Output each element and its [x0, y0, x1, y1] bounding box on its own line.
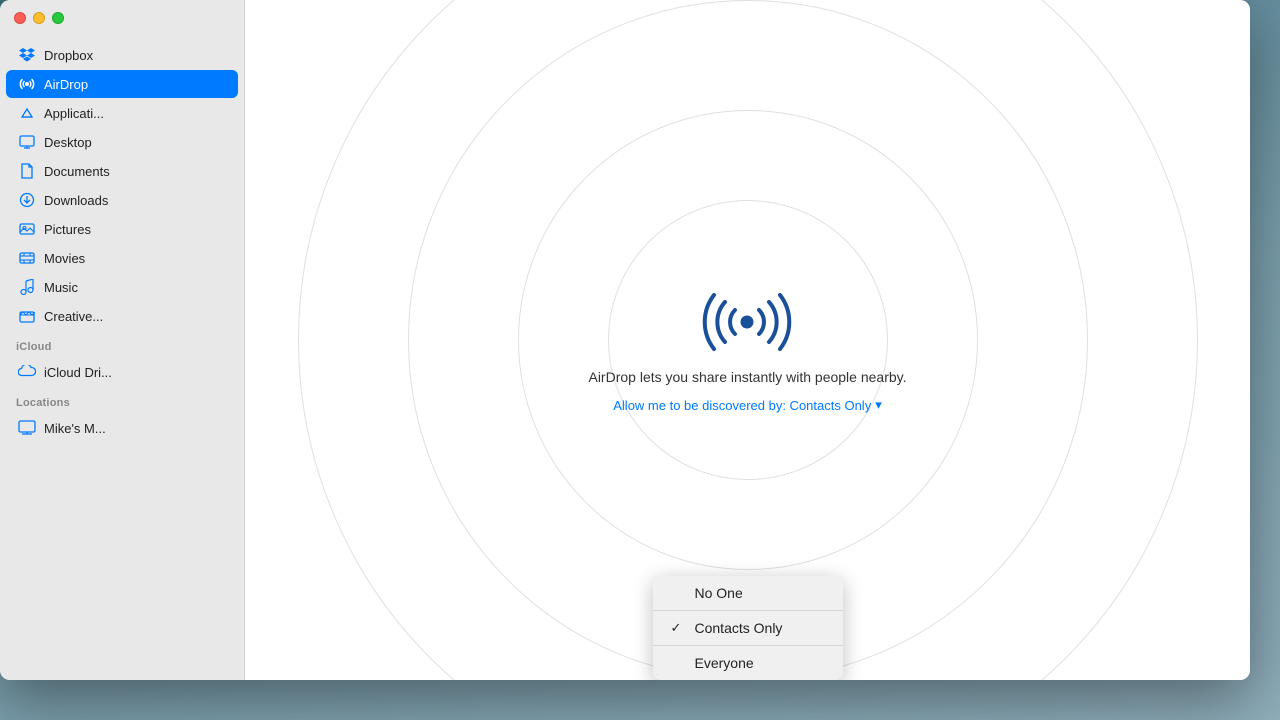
downloads-icon — [18, 191, 36, 209]
chevron-down-icon: ▾ — [875, 397, 882, 413]
pictures-icon — [18, 220, 36, 238]
window-controls — [14, 12, 64, 24]
airdrop-center: AirDrop lets you share instantly with pe… — [588, 267, 906, 413]
sidebar-item-applications[interactable]: Applicati... — [6, 99, 238, 127]
sidebar-item-creative[interactable]: Creative... — [6, 302, 238, 330]
sidebar-item-label-mikes-mac: Mike's M... — [44, 421, 106, 436]
sidebar-item-dropbox[interactable]: Dropbox — [6, 41, 238, 69]
desktop-icon — [18, 133, 36, 151]
sidebar-item-airdrop[interactable]: AirDrop — [6, 70, 238, 98]
airdrop-description: AirDrop lets you share instantly with pe… — [588, 369, 906, 385]
sidebar: Dropbox AirDrop Applicati — [0, 0, 245, 680]
sidebar-item-label-documents: Documents — [44, 164, 110, 179]
discovery-link-text: Allow me to be discovered by: Contacts O… — [613, 398, 871, 413]
dropdown-item-no-one[interactable]: No One — [653, 576, 843, 611]
discovery-dropdown-trigger[interactable]: Allow me to be discovered by: Contacts O… — [613, 397, 881, 413]
main-content: AirDrop lets you share instantly with pe… — [245, 0, 1250, 680]
airdrop-sidebar-icon — [18, 75, 36, 93]
discovery-dropdown-menu: No One ✓ Contacts Only Everyone — [653, 576, 843, 680]
finder-window: Dropbox AirDrop Applicati — [0, 0, 1250, 680]
music-icon — [18, 278, 36, 296]
airdrop-main-icon — [702, 272, 792, 352]
close-button[interactable] — [14, 12, 26, 24]
sidebar-item-label-movies: Movies — [44, 251, 85, 266]
sidebar-item-label-airdrop: AirDrop — [44, 77, 88, 92]
locations-section-label: Locations — [0, 387, 244, 413]
dropdown-item-contacts-only[interactable]: ✓ Contacts Only — [653, 611, 843, 646]
sidebar-item-desktop[interactable]: Desktop — [6, 128, 238, 156]
sidebar-item-movies[interactable]: Movies — [6, 244, 238, 272]
cloud-icon — [18, 363, 36, 381]
sidebar-item-music[interactable]: Music — [6, 273, 238, 301]
checkmark-contacts-only: ✓ — [671, 620, 687, 636]
creative-icon — [18, 307, 36, 325]
sidebar-item-label-dropbox: Dropbox — [44, 48, 93, 63]
maximize-button[interactable] — [52, 12, 64, 24]
dropdown-item-everyone[interactable]: Everyone — [653, 646, 843, 680]
sidebar-item-documents[interactable]: Documents — [6, 157, 238, 185]
documents-icon — [18, 162, 36, 180]
sidebar-item-pictures[interactable]: Pictures — [6, 215, 238, 243]
sidebar-item-label-desktop: Desktop — [44, 135, 92, 150]
sidebar-item-mikes-mac[interactable]: Mike's M... — [6, 414, 238, 442]
dropdown-label-no-one: No One — [695, 585, 743, 601]
sidebar-item-label-downloads: Downloads — [44, 193, 108, 208]
sidebar-item-downloads[interactable]: Downloads — [6, 186, 238, 214]
movies-icon — [18, 249, 36, 267]
sidebar-item-icloud-drive[interactable]: iCloud Dri... — [6, 358, 238, 386]
sidebar-item-label-icloud-drive: iCloud Dri... — [44, 365, 112, 380]
dropdown-label-everyone: Everyone — [695, 655, 754, 671]
minimize-button[interactable] — [33, 12, 45, 24]
dropdown-label-contacts-only: Contacts Only — [695, 620, 783, 636]
applications-icon — [18, 104, 36, 122]
icloud-section-label: iCloud — [0, 331, 244, 357]
sidebar-item-label-applications: Applicati... — [44, 106, 104, 121]
sidebar-item-label-pictures: Pictures — [44, 222, 91, 237]
sidebar-item-label-music: Music — [44, 280, 78, 295]
sidebar-item-label-creative: Creative... — [44, 309, 103, 324]
computer-icon — [18, 419, 36, 437]
dropbox-icon — [18, 46, 36, 64]
airdrop-icon-wrapper — [702, 267, 792, 357]
